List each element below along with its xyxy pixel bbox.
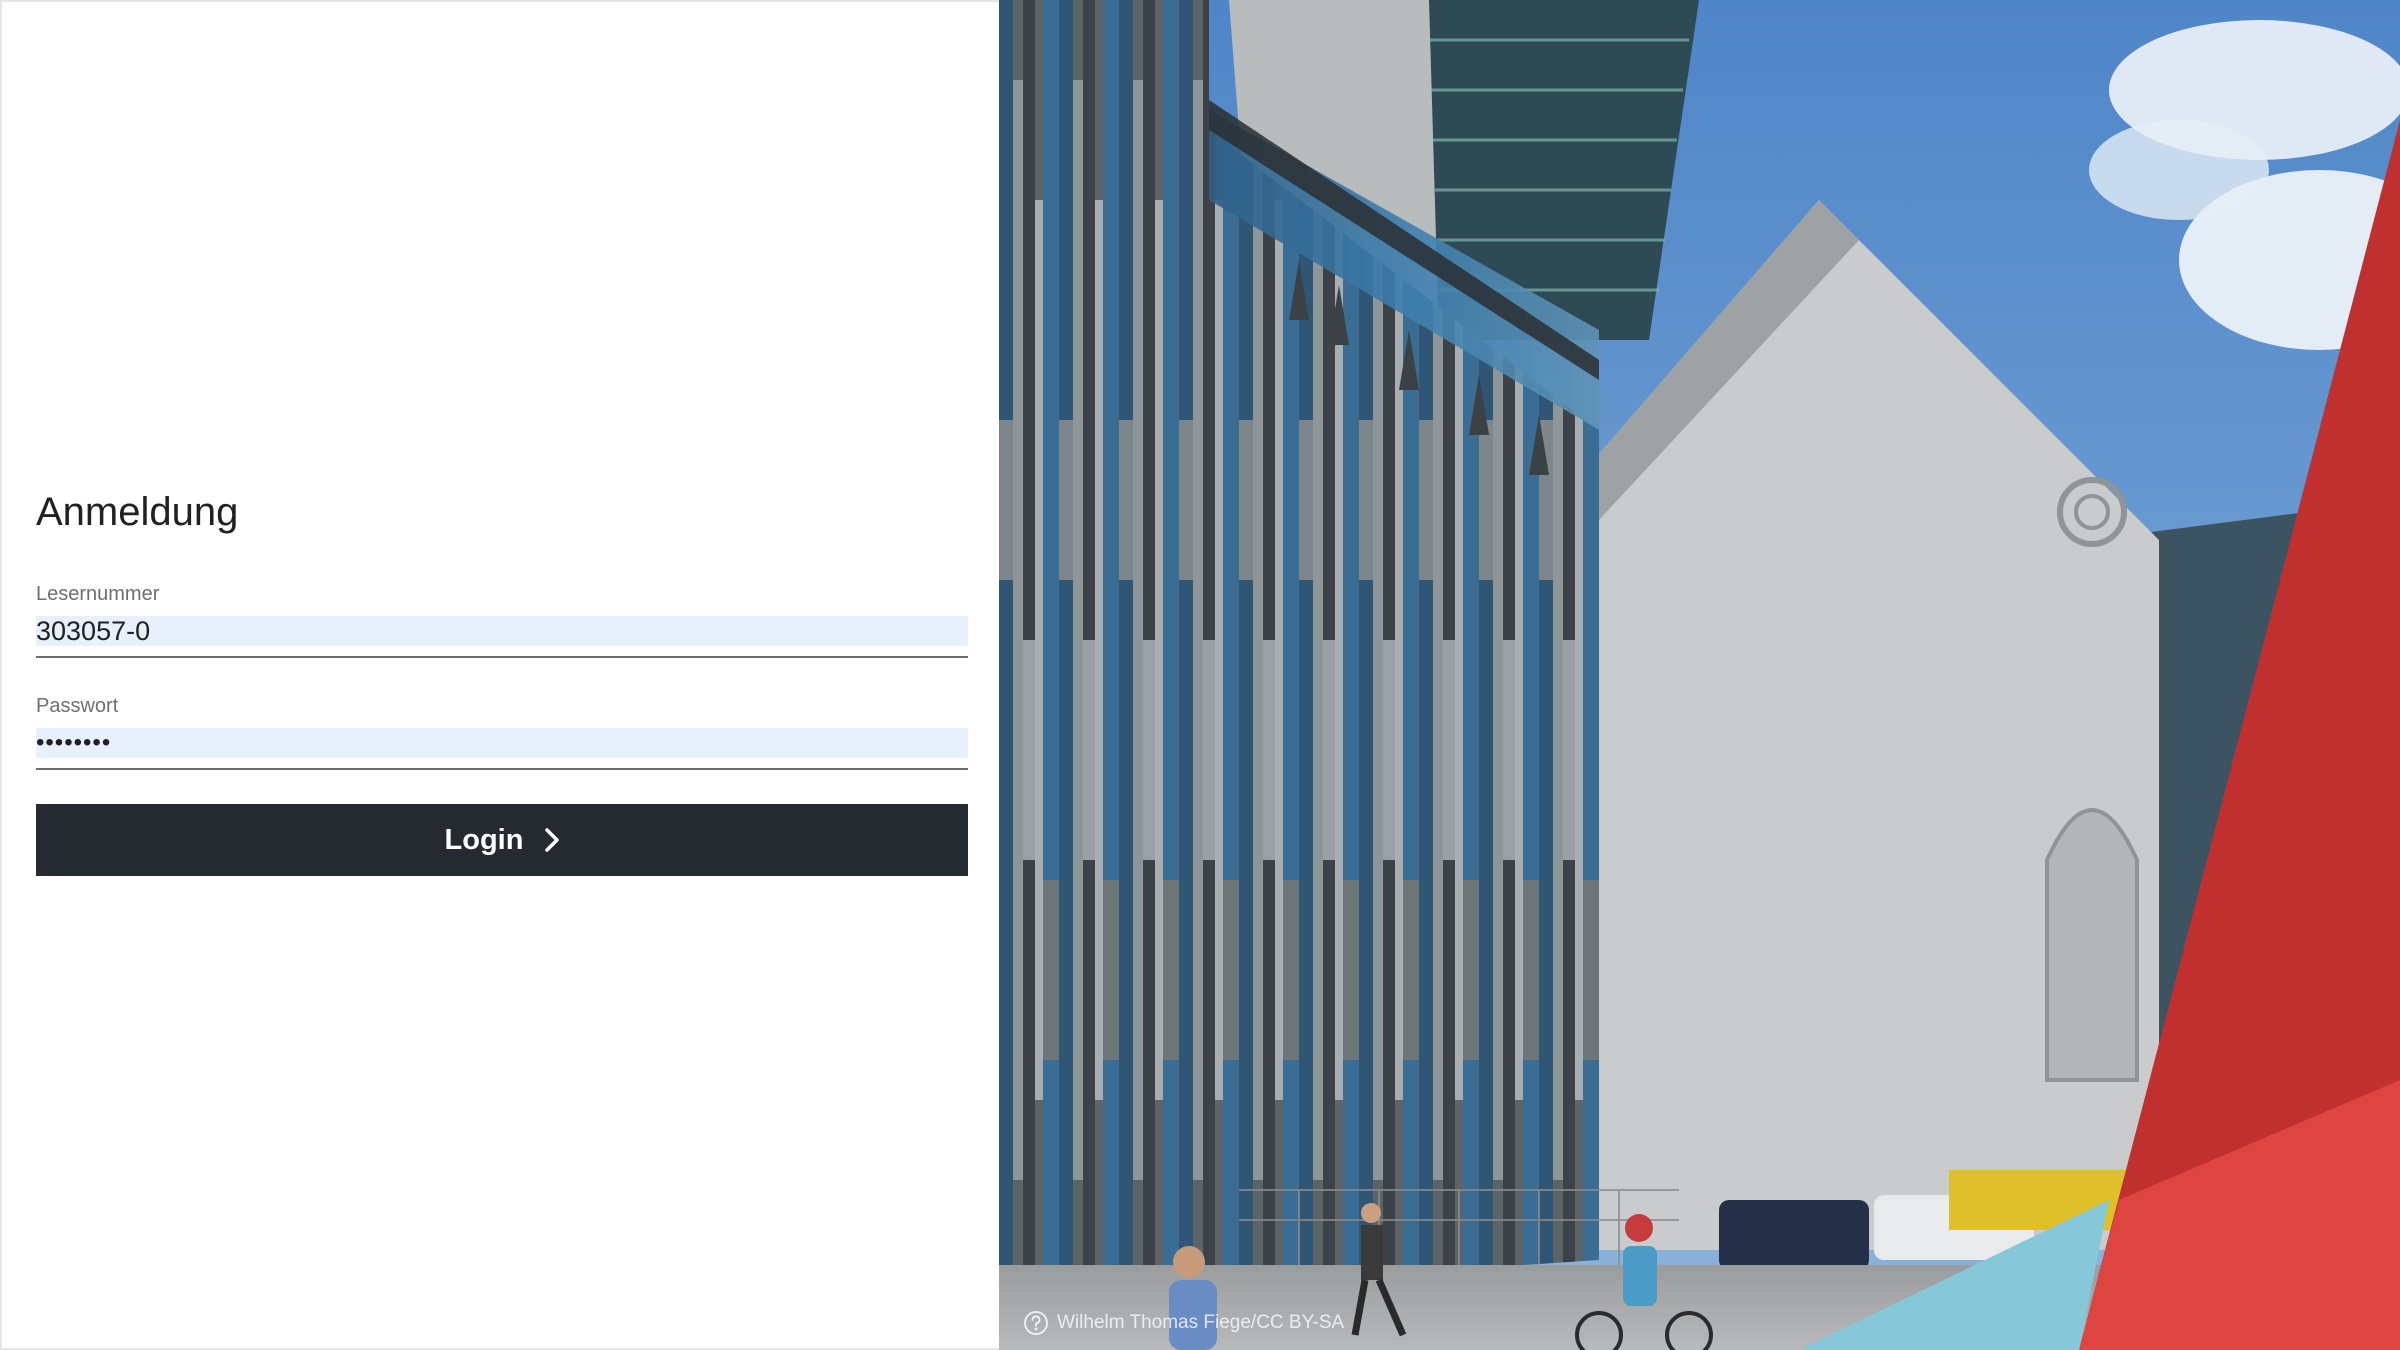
password-underline bbox=[36, 768, 968, 770]
login-button[interactable]: Login bbox=[36, 804, 968, 876]
reader-number-input[interactable] bbox=[36, 616, 968, 646]
reader-number-underline bbox=[36, 656, 968, 658]
login-page: Anmeldung Lesernummer Passwort Login bbox=[0, 0, 2400, 1350]
password-field: Passwort bbox=[36, 692, 968, 770]
reader-number-field: Lesernummer bbox=[36, 580, 968, 658]
password-label: Passwort bbox=[36, 695, 119, 717]
help-circle-icon bbox=[1024, 1311, 1048, 1335]
photo-credit-text: Wilhelm Thomas Fiege/CC BY-SA bbox=[1057, 1312, 1345, 1333]
reader-number-label: Lesernummer bbox=[36, 583, 160, 605]
building-photo bbox=[999, 0, 2400, 1350]
login-button-label: Login bbox=[444, 823, 524, 856]
login-form: Anmeldung Lesernummer Passwort Login bbox=[36, 482, 968, 876]
login-panel: Anmeldung Lesernummer Passwort Login bbox=[0, 0, 999, 1350]
hero-image: Wilhelm Thomas Fiege/CC BY-SA bbox=[999, 0, 2400, 1350]
chevron-right-icon bbox=[545, 828, 560, 852]
page-title: Anmeldung bbox=[36, 490, 239, 534]
photo-credit[interactable]: Wilhelm Thomas Fiege/CC BY-SA bbox=[1023, 1310, 1344, 1336]
password-input[interactable] bbox=[36, 728, 968, 758]
